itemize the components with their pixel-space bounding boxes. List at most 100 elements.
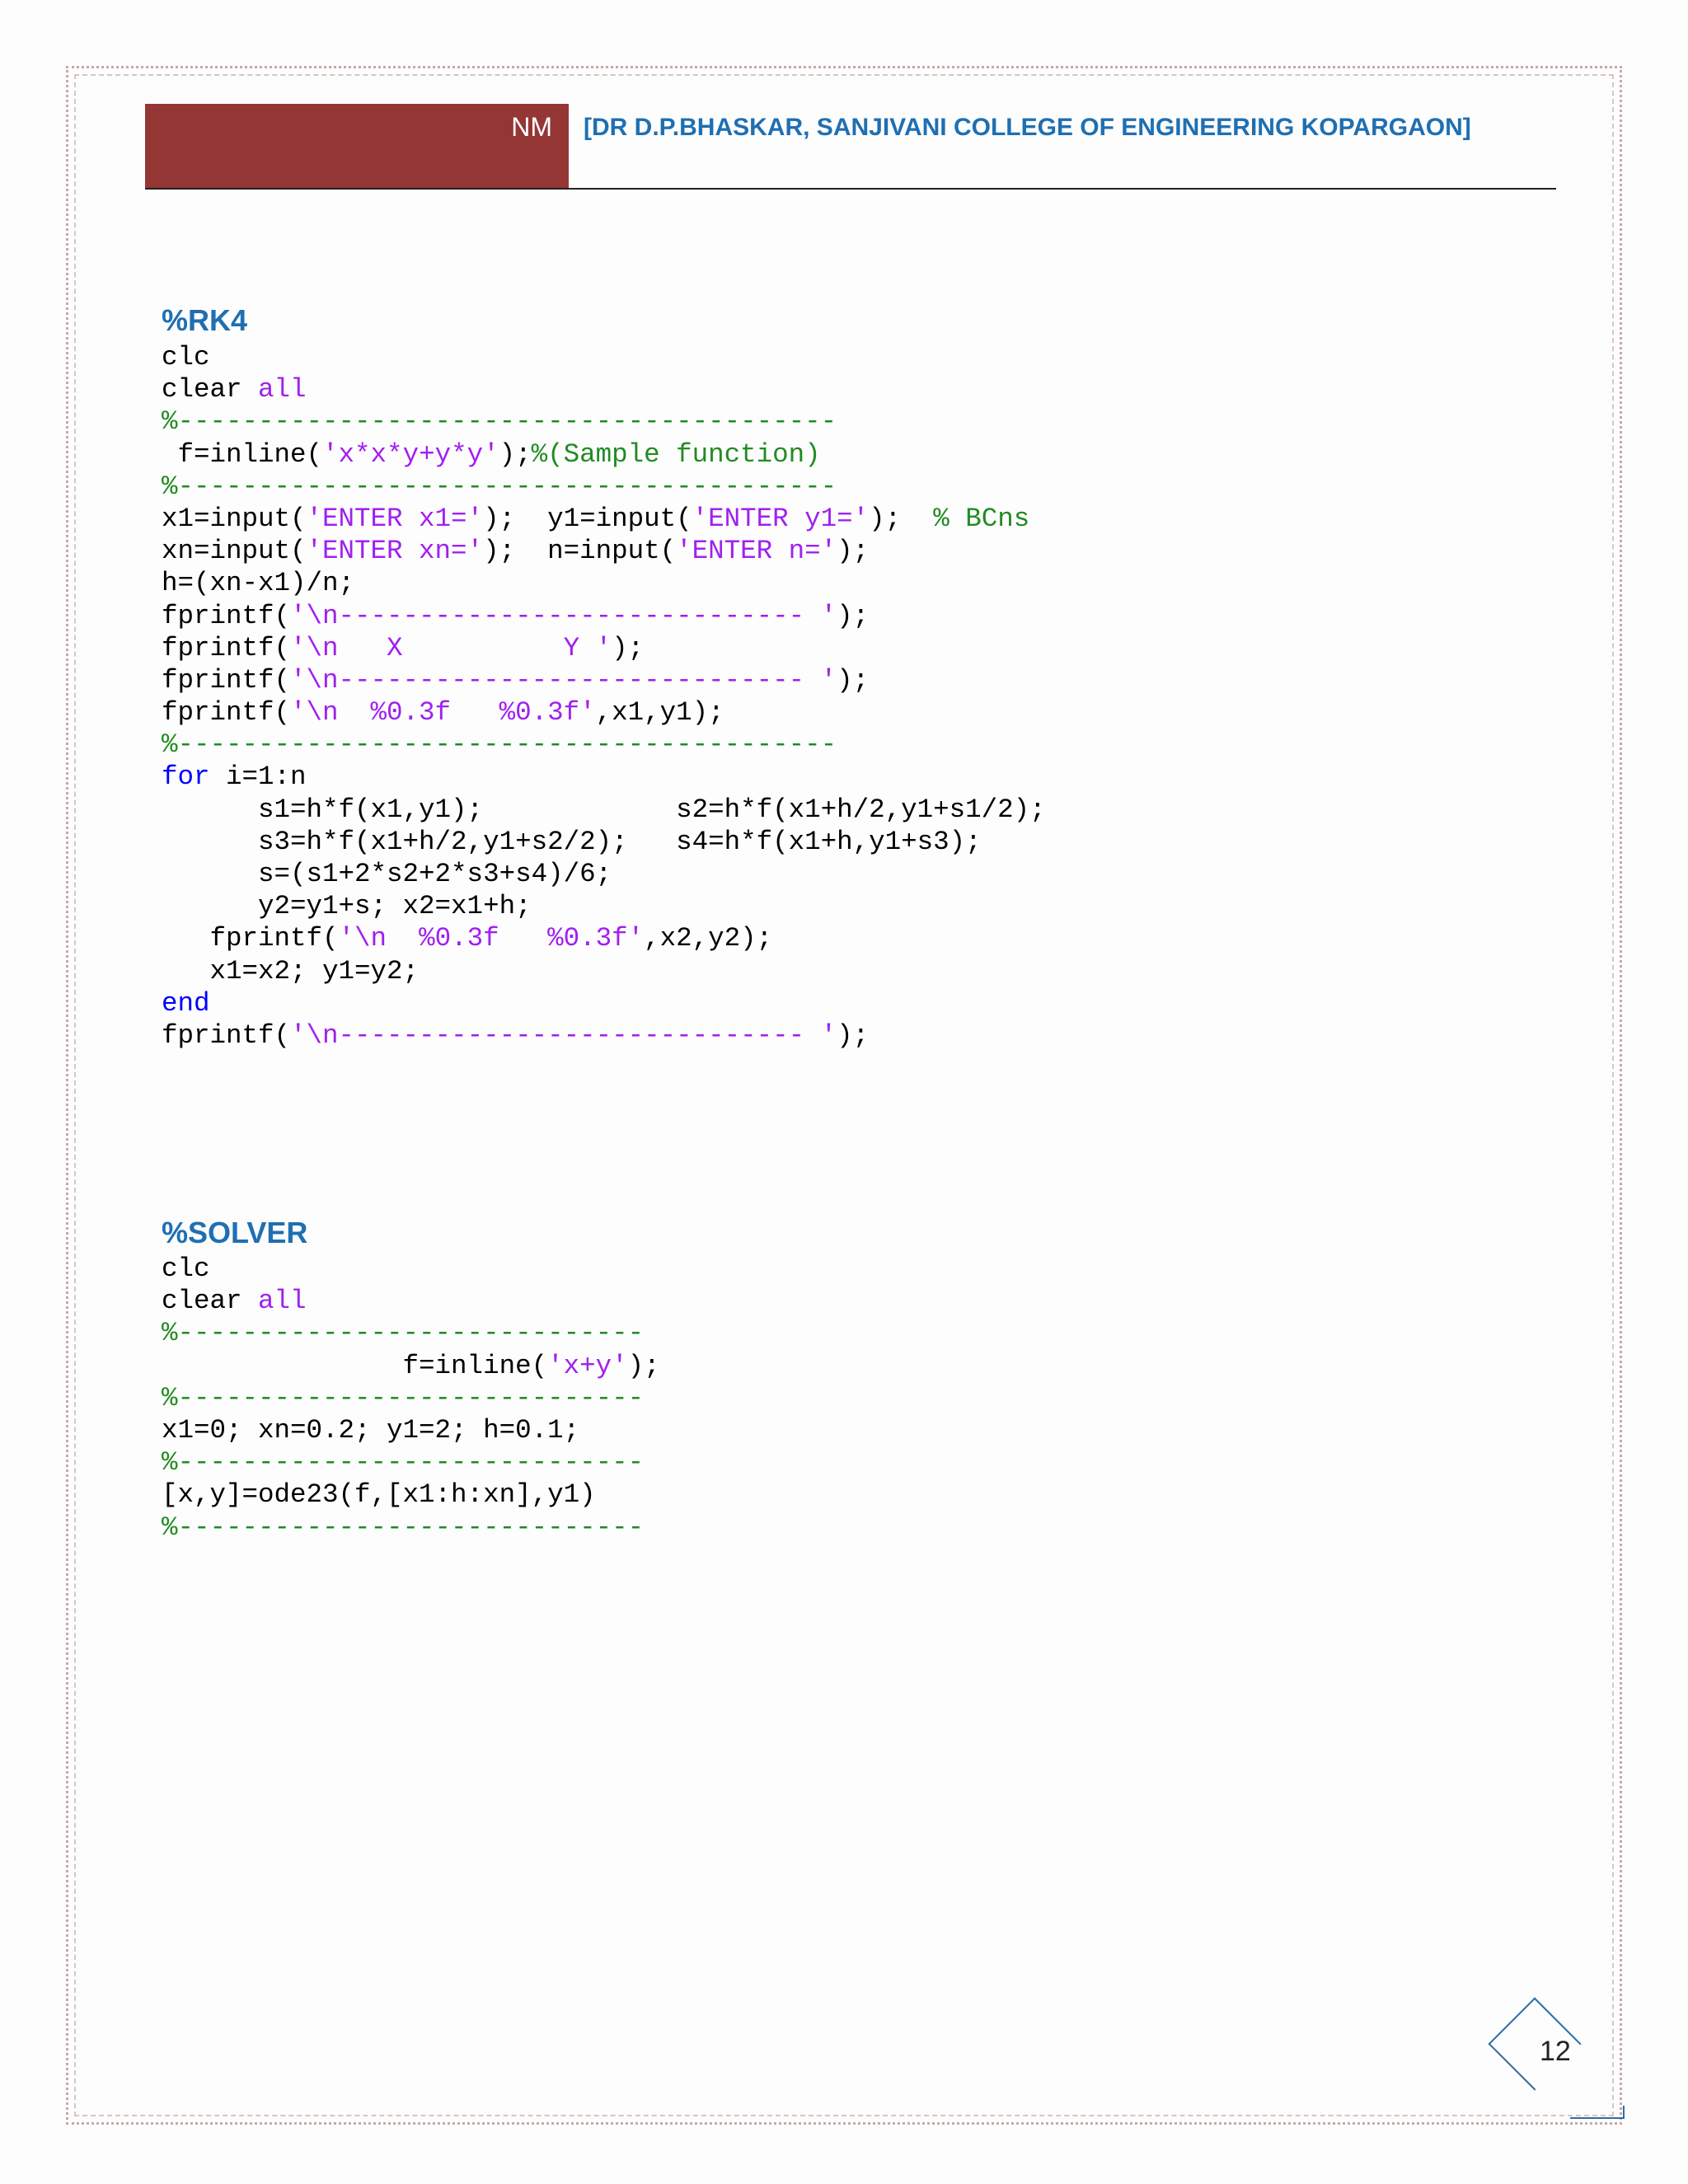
- code-token: [x,y]=ode23(f,[x1:h:xn],y1): [162, 1479, 596, 1511]
- rk4-code-block: clc clear all %---------------------------…: [162, 341, 1046, 1052]
- code-line: fprintf('\n-----------------------------…: [162, 1019, 1046, 1052]
- code-line: y2=y1+s; x2=x1+h;: [162, 890, 1046, 922]
- code-token: );: [627, 1350, 660, 1381]
- code-token: s3=h*f(x1+h/2,y1+s2/2); s4=h*f(x1+h,y1+s…: [162, 826, 982, 857]
- code-line: %-----------------------------: [162, 1317, 660, 1349]
- corner-mark: [1570, 2106, 1625, 2119]
- code-token: clear: [162, 374, 259, 405]
- code-token: ,x2,y2);: [644, 923, 773, 954]
- code-line: f=inline('x*x*y+y*y');%(Sample function): [162, 438, 1046, 471]
- code-token: %-----------------------------: [162, 1447, 645, 1479]
- code-token: end: [162, 987, 210, 1019]
- code-token: );: [499, 438, 532, 470]
- code-token: );: [612, 632, 645, 663]
- code-token: );: [837, 600, 870, 631]
- code-line: fprintf('\n %0.3f %0.3f',x2,y2);: [162, 922, 1046, 954]
- code-token: xn=input(: [162, 536, 307, 567]
- code-token: %---------------------------------------…: [162, 729, 837, 761]
- code-token: clc: [162, 1254, 210, 1284]
- code-token: '\n %0.3f %0.3f': [290, 697, 596, 729]
- code-token: );: [837, 664, 870, 696]
- code-line: end: [162, 987, 1046, 1019]
- code-line: h=(xn-x1)/n;: [162, 567, 1046, 599]
- code-line: x1=x2; y1=y2;: [162, 955, 1046, 987]
- code-token: %-----------------------------: [162, 1318, 645, 1349]
- code-line: %-----------------------------: [162, 1511, 660, 1544]
- code-token: ,x1,y1);: [595, 697, 724, 729]
- code-token: );: [837, 536, 870, 567]
- code-token: x1=input(: [162, 503, 307, 534]
- code-token: 'ENTER x1=': [306, 503, 484, 534]
- code-token: );: [869, 503, 934, 534]
- code-token: '\n----------------------------- ': [290, 600, 837, 631]
- code-token: f=inline(: [162, 1350, 548, 1381]
- code-line: fprintf('\n X Y ');: [162, 632, 1046, 664]
- code-token: fprintf(: [162, 1019, 291, 1051]
- code-token: );: [837, 1019, 870, 1051]
- code-token: %(Sample function): [531, 438, 821, 470]
- code-token: '\n X Y ': [290, 632, 612, 663]
- code-token: all: [258, 1286, 307, 1317]
- header-rule: [145, 188, 1556, 190]
- code-token: i=1:n: [209, 762, 307, 793]
- code-line: %---------------------------------------…: [162, 471, 1046, 503]
- code-token: 'ENTER n=': [676, 536, 837, 567]
- code-token: s1=h*f(x1,y1); s2=h*f(x1+h/2,y1+s1/2);: [162, 794, 1046, 825]
- solver-code-block: clc clear all %---------------------------…: [162, 1253, 660, 1544]
- code-line: s=(s1+2*s2+2*s3+s4)/6;: [162, 858, 1046, 890]
- solver-section-title: %SOLVER: [162, 1216, 308, 1249]
- rk4-section-title: %RK4: [162, 303, 248, 337]
- header-subject: NM: [511, 112, 552, 142]
- code-line: fprintf('\n-----------------------------…: [162, 600, 1046, 632]
- code-token: %-----------------------------: [162, 1511, 645, 1543]
- code-line: clc: [162, 341, 1046, 373]
- code-token: f=inline(: [162, 438, 323, 470]
- code-token: 'x+y': [547, 1350, 628, 1381]
- code-token: y2=y1+s; x2=x1+h;: [162, 891, 532, 922]
- code-token: h=(xn-x1)/n;: [162, 568, 355, 599]
- code-line: %-----------------------------: [162, 1382, 660, 1414]
- header-title: [DR D.P.BHASKAR, SANJIVANI COLLEGE OF EN…: [584, 114, 1471, 141]
- code-token: fprintf(: [162, 697, 291, 729]
- code-line: fprintf('\n %0.3f %0.3f',x1,y1);: [162, 696, 1046, 729]
- page-number: 12: [1540, 2036, 1571, 2067]
- code-token: '\n----------------------------- ': [290, 664, 837, 696]
- code-token: for: [162, 762, 210, 793]
- code-token: all: [258, 374, 307, 405]
- code-token: '\n %0.3f %0.3f': [338, 923, 645, 954]
- code-token: fprintf(: [162, 664, 291, 696]
- code-token: ); n=input(: [483, 536, 677, 567]
- code-token: '\n----------------------------- ': [290, 1019, 837, 1051]
- code-line: clc: [162, 1253, 660, 1285]
- code-token: clc: [162, 342, 210, 373]
- code-token: % BCns: [933, 503, 1030, 534]
- code-line: x1=input('ENTER x1='); y1=input('ENTER y…: [162, 503, 1046, 535]
- code-token: %---------------------------------------…: [162, 406, 837, 438]
- code-token: %-----------------------------: [162, 1382, 645, 1413]
- code-token: %---------------------------------------…: [162, 471, 837, 502]
- code-token: ); y1=input(: [483, 503, 692, 534]
- code-line: %---------------------------------------…: [162, 729, 1046, 761]
- code-token: 'ENTER y1=': [692, 503, 870, 534]
- code-token: x1=x2; y1=y2;: [162, 955, 420, 987]
- code-line: clear all: [162, 373, 1046, 405]
- code-line: fprintf('\n-----------------------------…: [162, 664, 1046, 696]
- code-token: fprintf(: [162, 600, 291, 631]
- code-line: %-----------------------------: [162, 1446, 660, 1479]
- code-token: s=(s1+2*s2+2*s3+s4)/6;: [162, 859, 612, 889]
- code-line: f=inline('x+y');: [162, 1350, 660, 1382]
- code-token: 'x*x*y+y*y': [322, 438, 499, 470]
- code-token: fprintf(: [162, 923, 339, 954]
- code-token: x1=0; xn=0.2; y1=2; h=0.1;: [162, 1414, 580, 1446]
- code-line: s3=h*f(x1+h/2,y1+s2/2); s4=h*f(x1+h,y1+s…: [162, 826, 1046, 858]
- code-token: 'ENTER xn=': [306, 536, 484, 567]
- code-line: %---------------------------------------…: [162, 405, 1046, 438]
- code-line: x1=0; xn=0.2; y1=2; h=0.1;: [162, 1414, 660, 1446]
- code-line: clear all: [162, 1285, 660, 1317]
- code-token: clear: [162, 1286, 259, 1317]
- code-line: [x,y]=ode23(f,[x1:h:xn],y1): [162, 1479, 660, 1511]
- code-line: s1=h*f(x1,y1); s2=h*f(x1+h/2,y1+s1/2);: [162, 794, 1046, 826]
- code-line: xn=input('ENTER xn='); n=input('ENTER n=…: [162, 535, 1046, 567]
- code-token: fprintf(: [162, 632, 291, 663]
- code-line: for i=1:n: [162, 761, 1046, 793]
